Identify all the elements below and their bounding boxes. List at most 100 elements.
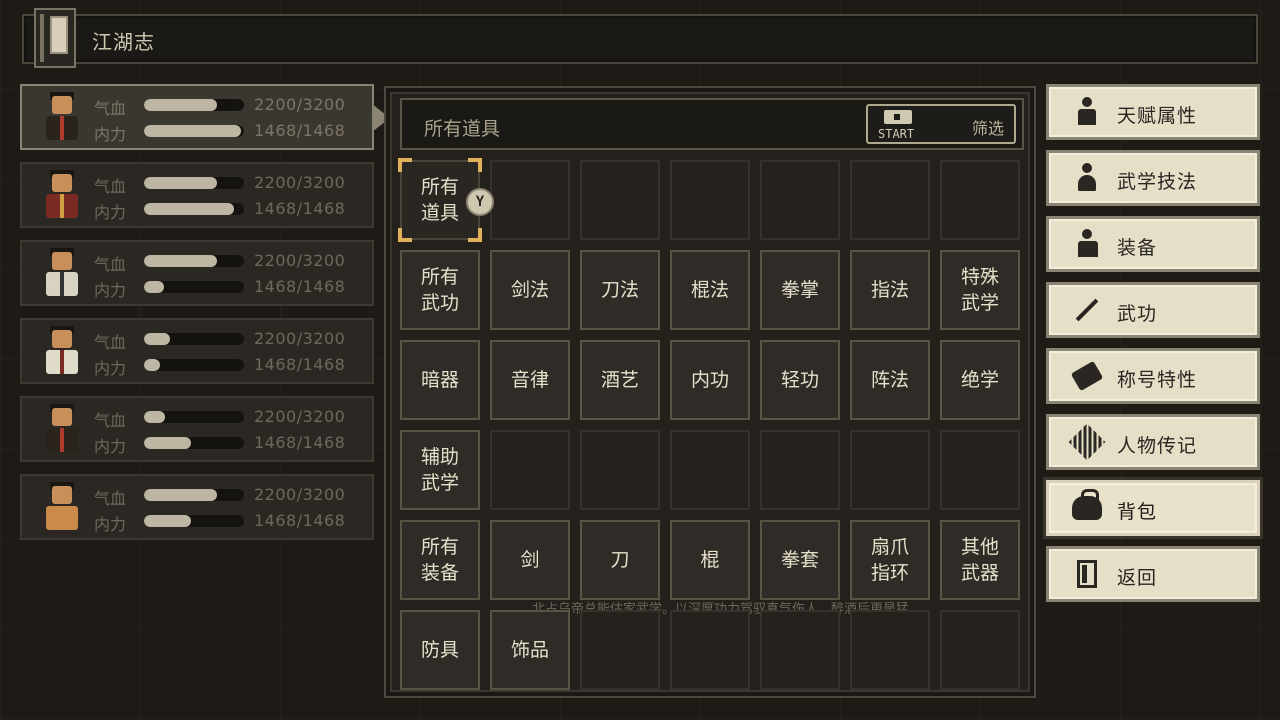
category-cell[interactable]: 饰品 — [490, 610, 570, 690]
mp-value: 1468/1468 — [254, 511, 346, 530]
category-cell[interactable]: 所有 武功 — [400, 250, 480, 330]
tag-icon — [1070, 360, 1104, 392]
empty-slot — [940, 610, 1020, 690]
hp-bar — [144, 333, 244, 345]
category-cell[interactable]: 拳掌 — [760, 250, 840, 330]
hp-label: 气血 — [94, 255, 127, 274]
category-label: 刀法 — [600, 279, 639, 301]
menu-label: 返回 — [1117, 567, 1158, 589]
mp-label: 内力 — [94, 359, 127, 378]
hp-value: 2200/3200 — [254, 173, 346, 192]
hp-bar — [144, 177, 244, 189]
filter-label: 筛选 — [971, 119, 1004, 138]
empty-slot — [580, 610, 660, 690]
side-menu: 天赋属性 武学技法 装备 武功 称号特性 人物传记 背包 返回 — [1046, 84, 1260, 612]
party-member[interactable]: 气血 2200/3200 内力 1468/1468 — [20, 240, 374, 306]
category-cell[interactable]: 音律 — [490, 340, 570, 420]
category-cell[interactable]: 酒艺 — [580, 340, 660, 420]
category-cell[interactable]: 轻功 — [760, 340, 840, 420]
hp-value: 2200/3200 — [254, 251, 346, 270]
category-cell[interactable]: 特殊 武学 — [940, 250, 1020, 330]
hp-value: 2200/3200 — [254, 407, 346, 426]
mp-bar — [144, 359, 244, 371]
category-cell[interactable]: 暗器 — [400, 340, 480, 420]
category-label: 特殊 武学 — [960, 266, 999, 314]
mp-label: 内力 — [94, 437, 127, 456]
menu-button[interactable]: 返回 — [1046, 546, 1260, 602]
mp-bar — [144, 203, 244, 215]
category-label: 扇爪 指环 — [870, 536, 909, 584]
empty-slot — [940, 160, 1020, 240]
menu-button[interactable]: 人物传记 — [1046, 414, 1260, 470]
hp-label: 气血 — [94, 177, 127, 196]
hp-value: 2200/3200 — [254, 485, 346, 504]
category-label: 拳套 — [780, 549, 819, 571]
fighter-portrait — [34, 402, 90, 458]
selection-corner — [398, 228, 412, 242]
empty-slot — [670, 160, 750, 240]
category-cell[interactable]: 防具 — [400, 610, 480, 690]
party-member[interactable]: 气血 2200/3200 内力 1468/1468 — [20, 396, 374, 462]
mp-label: 内力 — [94, 515, 127, 534]
armor-person-icon — [1071, 228, 1103, 260]
dog-portrait — [34, 480, 90, 536]
empty-slot — [670, 610, 750, 690]
menu-label: 称号特性 — [1117, 369, 1198, 391]
category-label: 所有 武功 — [420, 266, 459, 314]
party-member[interactable]: 气血 2200/3200 内力 1468/1468 — [20, 474, 374, 540]
category-cell[interactable]: 刀 — [580, 520, 660, 600]
category-cell[interactable]: 拳套 — [760, 520, 840, 600]
category-cell[interactable]: 绝学 — [940, 340, 1020, 420]
menu-button[interactable]: 称号特性 — [1046, 348, 1260, 404]
category-cell[interactable]: 棍法 — [670, 250, 750, 330]
category-cell[interactable]: 剑 — [490, 520, 570, 600]
category-cell[interactable]: 扇爪 指环 — [850, 520, 930, 600]
category-label: 拳掌 — [780, 279, 819, 301]
hp-label: 气血 — [94, 333, 127, 352]
category-label: 阵法 — [870, 369, 909, 391]
category-label: 酒艺 — [600, 369, 639, 391]
mp-bar — [144, 515, 244, 527]
category-cell[interactable]: 刀法 — [580, 250, 660, 330]
party-list: 气血 2200/3200 内力 1468/1468 气血 2200/3200 内… — [20, 84, 374, 552]
category-cell[interactable]: 所有 装备 — [400, 520, 480, 600]
empty-slot — [850, 610, 930, 690]
menu-button[interactable]: 武学技法 — [1046, 150, 1260, 206]
category-label: 所有 道具 — [420, 176, 459, 224]
mp-label: 内力 — [94, 203, 127, 222]
hp-label: 气血 — [94, 99, 127, 118]
category-label: 棍 — [700, 549, 720, 571]
filter-button[interactable]: START 筛选 — [866, 104, 1016, 144]
menu-label: 武学技法 — [1117, 171, 1198, 193]
category-cell[interactable]: 辅助 武学 — [400, 430, 480, 510]
empty-slot — [490, 430, 570, 510]
category-cell[interactable]: 阵法 — [850, 340, 930, 420]
category-cell[interactable]: 其他 武器 — [940, 520, 1020, 600]
filter-bar[interactable]: 所有道具 START 筛选 — [400, 98, 1024, 150]
category-cell[interactable]: 棍 — [670, 520, 750, 600]
selection-corner — [468, 158, 482, 172]
elder-portrait — [34, 324, 90, 380]
menu-button[interactable]: 天赋属性 — [1046, 84, 1260, 140]
category-cell[interactable]: 内功 — [670, 340, 750, 420]
mp-bar — [144, 125, 244, 137]
bag-icon — [1071, 489, 1103, 524]
door-icon — [1071, 558, 1103, 590]
empty-slot — [940, 430, 1020, 510]
menu-label: 装备 — [1117, 237, 1158, 259]
menu-button[interactable]: 装备 — [1046, 216, 1260, 272]
party-member[interactable]: 气血 2200/3200 内力 1468/1468 — [20, 162, 374, 228]
category-cell[interactable]: 剑法 — [490, 250, 570, 330]
category-cell[interactable]: 指法 — [850, 250, 930, 330]
category-label: 内功 — [690, 369, 729, 391]
empty-slot — [760, 160, 840, 240]
menu-button[interactable]: 背包 — [1046, 480, 1260, 536]
party-member[interactable]: 气血 2200/3200 内力 1468/1468 — [20, 318, 374, 384]
party-member[interactable]: 气血 2200/3200 内力 1468/1468 — [20, 84, 374, 150]
menu-button[interactable]: 武功 — [1046, 282, 1260, 338]
empty-slot — [580, 430, 660, 510]
mp-value: 1468/1468 — [254, 355, 346, 374]
selection-corner — [398, 158, 412, 172]
category-label: 刀 — [610, 549, 630, 571]
category-label: 轻功 — [780, 369, 819, 391]
